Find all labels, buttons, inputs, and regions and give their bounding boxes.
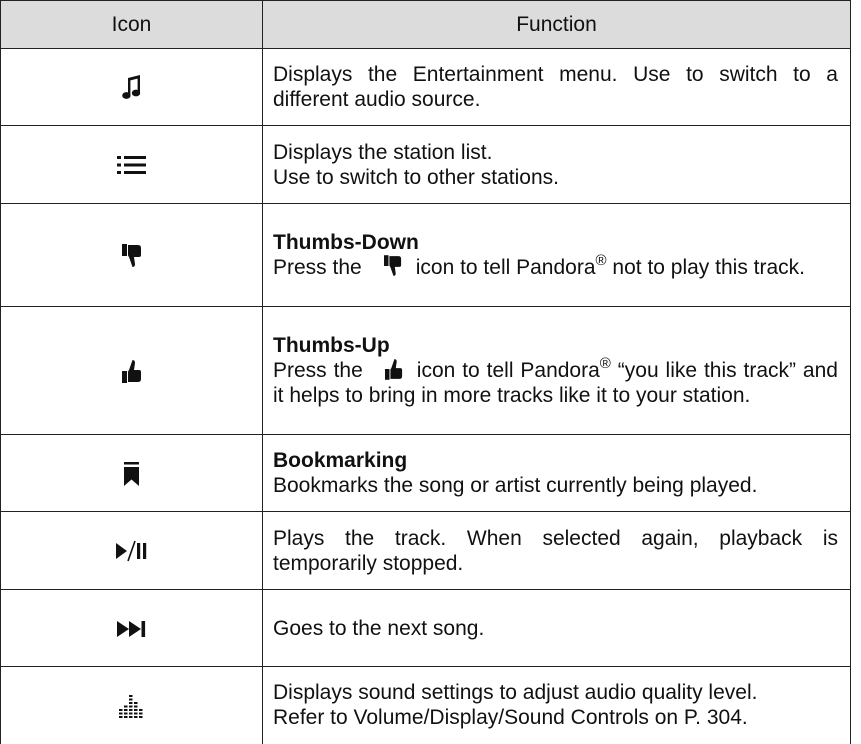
- thumbs-down-inline-icon: [383, 255, 401, 276]
- sound-settings-description: Displays sound settings to adjust audio …: [273, 681, 758, 705]
- function-cell: Thumbs-Down Press the icon to tell Pando…: [262, 203, 851, 307]
- station-list-description-2: Use to switch to other stations.: [273, 165, 559, 189]
- music-note-icon: [121, 75, 140, 100]
- icon-cell: [0, 306, 263, 435]
- icon-cell: [0, 434, 263, 512]
- bookmarking-description: Bookmarks the song or artist currently b…: [273, 474, 758, 497]
- icon-cell: [0, 666, 263, 744]
- table-row: Thumbs-Down Press the icon to tell Pando…: [0, 203, 851, 307]
- function-cell: Displays the Entertainment menu. Use to …: [262, 48, 851, 126]
- thumbs-down-heading: Thumbs-Down: [273, 231, 419, 254]
- table-row: Displays sound settings to adjust audio …: [0, 666, 851, 744]
- thumbs-up-inline-icon: [384, 359, 402, 380]
- icon-cell: [0, 125, 263, 204]
- station-list-description: Displays the station list.: [273, 140, 493, 164]
- bookmarking-heading: Bookmarking: [273, 449, 408, 472]
- skip-next-icon: [116, 620, 145, 637]
- icon-cell: [0, 511, 263, 590]
- function-column-header: Function: [262, 0, 851, 49]
- function-cell: Bookmarking Bookmarks the song or artist…: [262, 434, 851, 512]
- thumbs-up-icon: [121, 360, 141, 384]
- play-pause-icon: [115, 541, 146, 562]
- page: Icon Function Displays the Entertainment…: [0, 0, 861, 744]
- table-row: Bookmarking Bookmarks the song or artist…: [0, 434, 851, 512]
- function-cell: Thumbs-Up Press the icon to tell Pandora…: [262, 306, 851, 435]
- thumbs-up-text-middle: icon to tell Pandora: [416, 359, 600, 382]
- thumbs-down-icon: [121, 243, 141, 267]
- table-row: Plays the track. When selected again, pl…: [0, 511, 851, 590]
- table-row: Displays the Entertainment menu. Use to …: [0, 48, 851, 126]
- registered-mark: ®: [599, 355, 611, 372]
- thumbs-up-text-start: Press the: [273, 359, 363, 382]
- equalizer-icon: [118, 694, 142, 718]
- play-pause-description: Plays the track. When selected again, pl…: [273, 526, 838, 575]
- entertainment-menu-description: Displays the Entertainment menu. Use to …: [273, 63, 838, 111]
- function-cell: Displays sound settings to adjust audio …: [262, 666, 851, 744]
- icon-function-table: Icon Function Displays the Entertainment…: [0, 0, 851, 744]
- function-cell: Goes to the next song.: [262, 589, 851, 667]
- skip-next-description: Goes to the next song.: [273, 616, 485, 640]
- table-row: Displays the station list. Use to switch…: [0, 125, 851, 204]
- registered-mark: ®: [595, 252, 607, 269]
- table-row: Goes to the next song.: [0, 589, 851, 667]
- function-cell: Displays the station list. Use to switch…: [262, 125, 851, 204]
- bookmark-icon: [124, 461, 139, 486]
- header-row: Icon Function: [0, 0, 851, 49]
- icon-cell: [0, 589, 263, 667]
- thumbs-down-text-end: not to play this track.: [606, 256, 806, 279]
- sound-settings-reference: Refer to Volume/Display/Sound Controls o…: [273, 706, 748, 730]
- thumbs-down-text-start: Press the: [273, 256, 362, 279]
- icon-cell: [0, 203, 263, 307]
- thumbs-up-heading: Thumbs-Up: [273, 334, 390, 357]
- function-cell: Plays the track. When selected again, pl…: [262, 511, 851, 590]
- list-icon: [117, 156, 146, 175]
- icon-column-header: Icon: [0, 0, 263, 49]
- table-row: Thumbs-Up Press the icon to tell Pandora…: [0, 306, 851, 435]
- icon-cell: [0, 48, 263, 126]
- thumbs-down-text-middle: icon to tell Pandora: [415, 256, 596, 279]
